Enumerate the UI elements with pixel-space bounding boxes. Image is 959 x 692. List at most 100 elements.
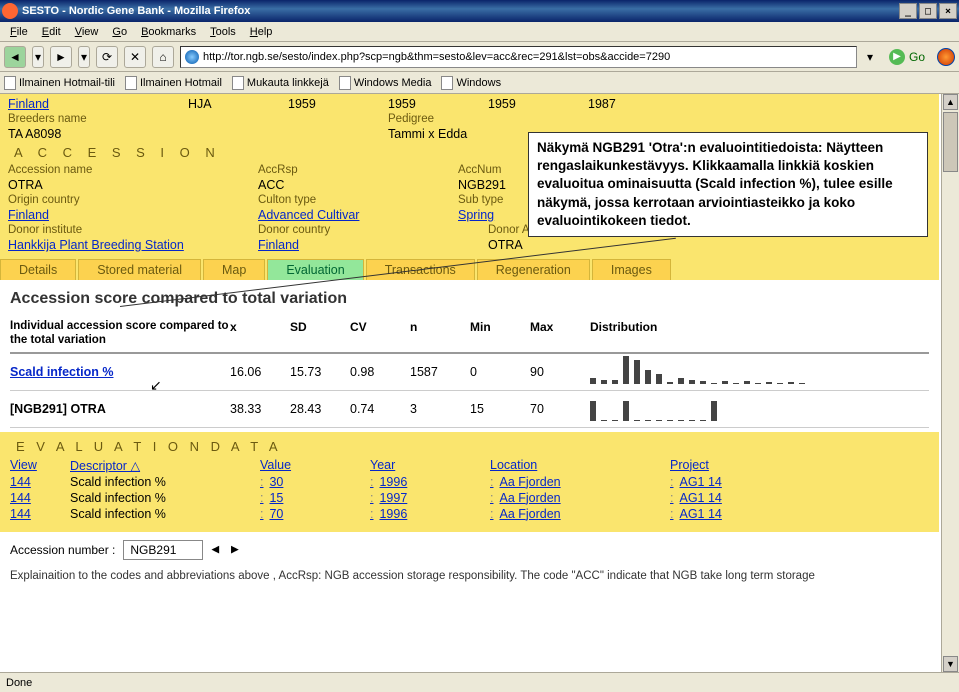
year-value: 1987	[588, 97, 616, 111]
eval-cell[interactable]: :AG1 14	[670, 491, 790, 505]
menu-edit[interactable]: Edit	[36, 24, 67, 40]
culton-value[interactable]: Advanced Cultivar	[258, 208, 458, 222]
url-bar[interactable]: http://tor.ngb.se/sesto/index.php?scp=ng…	[180, 46, 857, 68]
subtype-value[interactable]: Spring	[458, 208, 494, 222]
distribution-chart	[590, 397, 929, 421]
scroll-down-button[interactable]: ▼	[943, 656, 958, 672]
eval-cell[interactable]: :AG1 14	[670, 507, 790, 521]
col-cv: CV	[350, 320, 410, 348]
window-title: SESTO - Nordic Gene Bank - Mozilla Firef…	[22, 5, 899, 17]
eval-col-desc[interactable]: Descriptor △	[70, 458, 260, 473]
compare-row-label: [NGB291] OTRA	[10, 402, 230, 416]
vertical-scrollbar[interactable]: ▲ ▼	[941, 94, 959, 672]
bookmark-item[interactable]: Windows	[441, 76, 501, 90]
back-button[interactable]: ◄	[4, 46, 26, 68]
menu-help[interactable]: Help	[244, 24, 279, 40]
eval-cell[interactable]: :Aa Fjorden	[490, 475, 670, 489]
compare-sd: 15.73	[290, 365, 350, 379]
eval-cell[interactable]: 144	[10, 491, 70, 505]
origin-value[interactable]: Finland	[8, 208, 258, 222]
bookmarks-toolbar: Ilmainen Hotmail-tili Ilmainen Hotmail M…	[0, 72, 959, 94]
eval-col-project[interactable]: Project	[670, 458, 790, 473]
compare-lbl-header: Individual accession score compared to t…	[10, 320, 229, 346]
accnum-label: Accession number :	[10, 543, 115, 557]
restore-button[interactable]: □	[919, 3, 937, 19]
donor-inst-value[interactable]: Hankkija Plant Breeding Station	[8, 238, 258, 252]
scroll-up-button[interactable]: ▲	[943, 94, 958, 110]
bookmark-item[interactable]: Windows Media	[339, 76, 432, 90]
page-icon	[125, 76, 137, 90]
col-n: n	[410, 320, 470, 348]
menu-tools[interactable]: Tools	[204, 24, 242, 40]
minimize-button[interactable]: _	[899, 3, 917, 19]
eval-cell[interactable]: :Aa Fjorden	[490, 491, 670, 505]
eval-cell[interactable]: :30	[260, 475, 370, 489]
reload-button[interactable]: ⟳	[96, 46, 118, 68]
eval-cell[interactable]: :AG1 14	[670, 475, 790, 489]
bookmark-item[interactable]: Ilmainen Hotmail	[125, 76, 222, 90]
tab-regeneration[interactable]: Regeneration	[477, 259, 590, 280]
compare-max: 70	[530, 402, 590, 416]
eval-cell[interactable]: :1997	[370, 491, 490, 505]
compare-cv: 0.98	[350, 365, 410, 379]
forward-button[interactable]: ►	[50, 46, 72, 68]
stop-button[interactable]: ✕	[124, 46, 146, 68]
page-icon	[4, 76, 16, 90]
year-value: 1959	[388, 97, 488, 111]
tab-images[interactable]: Images	[592, 259, 671, 280]
compare-row: [NGB291] OTRA38.3328.430.7431570	[10, 391, 929, 428]
tab-map[interactable]: Map	[203, 259, 265, 280]
code-value: HJA	[188, 97, 288, 111]
compare-min: 0	[470, 365, 530, 379]
eval-col-value[interactable]: Value	[260, 458, 370, 473]
status-text: Done	[6, 677, 32, 689]
donor-country-value[interactable]: Finland	[258, 238, 488, 252]
breeders-name-header: Breeders name	[8, 113, 188, 125]
eval-col-year[interactable]: Year	[370, 458, 490, 473]
menu-view[interactable]: View	[69, 24, 105, 40]
donor-country-header: Donor country	[258, 224, 488, 236]
eval-cell[interactable]: :Aa Fjorden	[490, 507, 670, 521]
menu-bookmarks[interactable]: Bookmarks	[135, 24, 202, 40]
nav-toolbar: ◄ ▾ ► ▾ ⟳ ✕ ⌂ http://tor.ngb.se/sesto/in…	[0, 42, 959, 72]
accnum-input[interactable]	[123, 540, 203, 560]
home-button[interactable]: ⌂	[152, 46, 174, 68]
menu-file[interactable]: File	[4, 24, 34, 40]
bookmark-item[interactable]: Ilmainen Hotmail-tili	[4, 76, 115, 90]
accname-header: Accession name	[8, 164, 258, 176]
eval-cell[interactable]: 144	[10, 507, 70, 521]
link-finland[interactable]: Finland	[8, 97, 188, 111]
comparison-title: Accession score compared to total variat…	[10, 290, 929, 308]
eval-cell: Scald infection %	[70, 491, 260, 505]
page-icon	[232, 76, 244, 90]
compare-max: 90	[530, 365, 590, 379]
close-button[interactable]: ×	[939, 3, 957, 19]
bookmark-item[interactable]: Mukauta linkkejä	[232, 76, 329, 90]
accname-value: OTRA	[8, 178, 258, 192]
prev-next-buttons[interactable]: ◀ ▶	[211, 542, 240, 557]
url-text: http://tor.ngb.se/sesto/index.php?scp=ng…	[203, 51, 670, 63]
scroll-thumb[interactable]	[943, 112, 958, 172]
eval-section-header: E V A L U A T I O N D A T A	[10, 436, 929, 457]
compare-x: 16.06	[230, 365, 290, 379]
tab-stored-material[interactable]: Stored material	[78, 259, 201, 280]
menu-go[interactable]: Go	[106, 24, 133, 40]
back-dropdown[interactable]: ▾	[32, 46, 44, 68]
tab-evaluation[interactable]: Evaluation	[267, 259, 363, 280]
scald-infection-link[interactable]: Scald infection %	[10, 365, 230, 379]
url-dropdown[interactable]: ▾	[863, 50, 877, 64]
eval-cell[interactable]: 144	[10, 475, 70, 489]
eval-col-view[interactable]: View	[10, 458, 70, 473]
window-titlebar: SESTO - Nordic Gene Bank - Mozilla Firef…	[0, 0, 959, 22]
eval-cell[interactable]: :70	[260, 507, 370, 521]
throbber-icon	[937, 48, 955, 66]
eval-cell[interactable]: :15	[260, 491, 370, 505]
forward-dropdown[interactable]: ▾	[78, 46, 90, 68]
eval-cell[interactable]: :1996	[370, 475, 490, 489]
go-button[interactable]: ▶Go	[883, 49, 931, 65]
eval-col-location[interactable]: Location	[490, 458, 670, 473]
eval-cell[interactable]: :1996	[370, 507, 490, 521]
eval-section: E V A L U A T I O N D A T A View Descrip…	[0, 432, 939, 532]
tab-details[interactable]: Details	[0, 259, 76, 280]
tab-transactions[interactable]: Transactions	[366, 259, 475, 280]
